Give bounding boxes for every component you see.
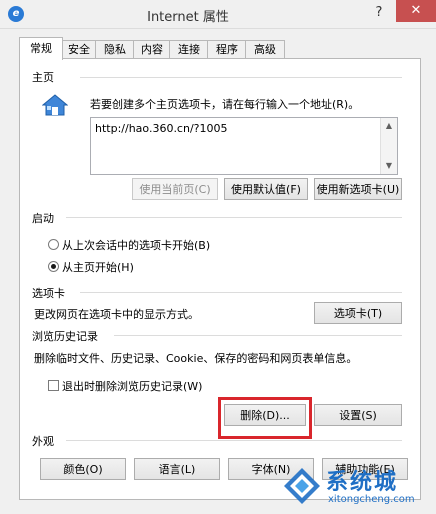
tab-connections[interactable]: 连接 bbox=[169, 40, 209, 59]
tabs-settings-button[interactable]: 选项卡(T) bbox=[314, 302, 402, 324]
history-section-divider bbox=[114, 335, 402, 336]
textarea-scrollbar[interactable]: ▲ ▼ bbox=[380, 118, 397, 174]
home-section-divider bbox=[80, 77, 402, 78]
tabs-section-divider bbox=[80, 292, 402, 293]
history-section-label: 浏览历史记录 bbox=[32, 328, 102, 344]
home-section-label: 主页 bbox=[32, 69, 58, 85]
colors-button[interactable]: 颜色(O) bbox=[40, 458, 126, 480]
scroll-down-arrow-icon[interactable]: ▼ bbox=[381, 158, 397, 174]
tab-privacy[interactable]: 隐私 bbox=[95, 40, 135, 59]
tab-security[interactable]: 安全 bbox=[61, 40, 97, 59]
title-bar[interactable]: e Internet 属性 ? ✕ bbox=[0, 0, 436, 29]
startup-section-label: 启动 bbox=[32, 210, 58, 226]
window-title: Internet 属性 bbox=[147, 10, 229, 25]
languages-button[interactable]: 语言(L) bbox=[134, 458, 220, 480]
history-settings-button[interactable]: 设置(S) bbox=[314, 404, 402, 426]
tabs-section-label: 选项卡 bbox=[32, 285, 69, 301]
appearance-section-divider bbox=[66, 440, 402, 441]
home-page-url: http://hao.360.cn/?1005 bbox=[95, 122, 228, 135]
close-button[interactable]: ✕ bbox=[396, 0, 436, 22]
use-new-tab-button[interactable]: 使用新选项卡(U) bbox=[314, 178, 402, 200]
watermark-title: 系统城 bbox=[326, 470, 399, 495]
tab-content[interactable]: 内容 bbox=[133, 40, 171, 59]
use-current-button[interactable]: 使用当前页(C) bbox=[132, 178, 218, 200]
delete-on-exit-checkbox[interactable] bbox=[48, 380, 59, 391]
use-default-button[interactable]: 使用默认值(F) bbox=[224, 178, 308, 200]
home-icon bbox=[42, 94, 68, 116]
tab-advanced[interactable]: 高级 bbox=[245, 40, 285, 59]
history-description: 删除临时文件、历史记录、Cookie、保存的密码和网页表单信息。 bbox=[34, 352, 358, 365]
startup-section-divider bbox=[66, 217, 402, 218]
appearance-section-label: 外观 bbox=[32, 433, 58, 449]
tab-general[interactable]: 常规 bbox=[19, 37, 63, 60]
radio-start-last-session[interactable] bbox=[48, 239, 59, 250]
home-page-textarea[interactable]: http://hao.360.cn/?1005 ▲ ▼ bbox=[90, 117, 398, 175]
home-description: 若要创建多个主页选项卡，请在每行输入一个地址(R)。 bbox=[90, 98, 360, 111]
radio-start-last-session-label: 从上次会话中的选项卡开始(B) bbox=[62, 239, 211, 252]
xitongcheng-logo-icon bbox=[284, 468, 320, 504]
delete-on-exit-label: 退出时删除浏览历史记录(W) bbox=[62, 380, 203, 393]
watermark: 系统城 xitongcheng.com bbox=[282, 464, 432, 510]
tabs-description: 更改网页在选项卡中的显示方式。 bbox=[34, 308, 199, 321]
scroll-up-arrow-icon[interactable]: ▲ bbox=[381, 118, 397, 134]
general-tab-panel: 主页 若要创建多个主页选项卡，请在每行输入一个地址(R)。 http://hao… bbox=[19, 58, 421, 500]
help-button[interactable]: ? bbox=[363, 2, 395, 24]
watermark-url: xitongcheng.com bbox=[328, 494, 415, 505]
delete-history-button[interactable]: 删除(D)... bbox=[224, 404, 306, 426]
radio-start-home-page[interactable] bbox=[48, 261, 59, 272]
tab-programs[interactable]: 程序 bbox=[207, 40, 247, 59]
internet-options-window: e Internet 属性 ? ✕ 常规 安全 隐私 内容 连接 程序 高级 主… bbox=[0, 0, 436, 514]
radio-start-home-page-label: 从主页开始(H) bbox=[62, 261, 134, 274]
